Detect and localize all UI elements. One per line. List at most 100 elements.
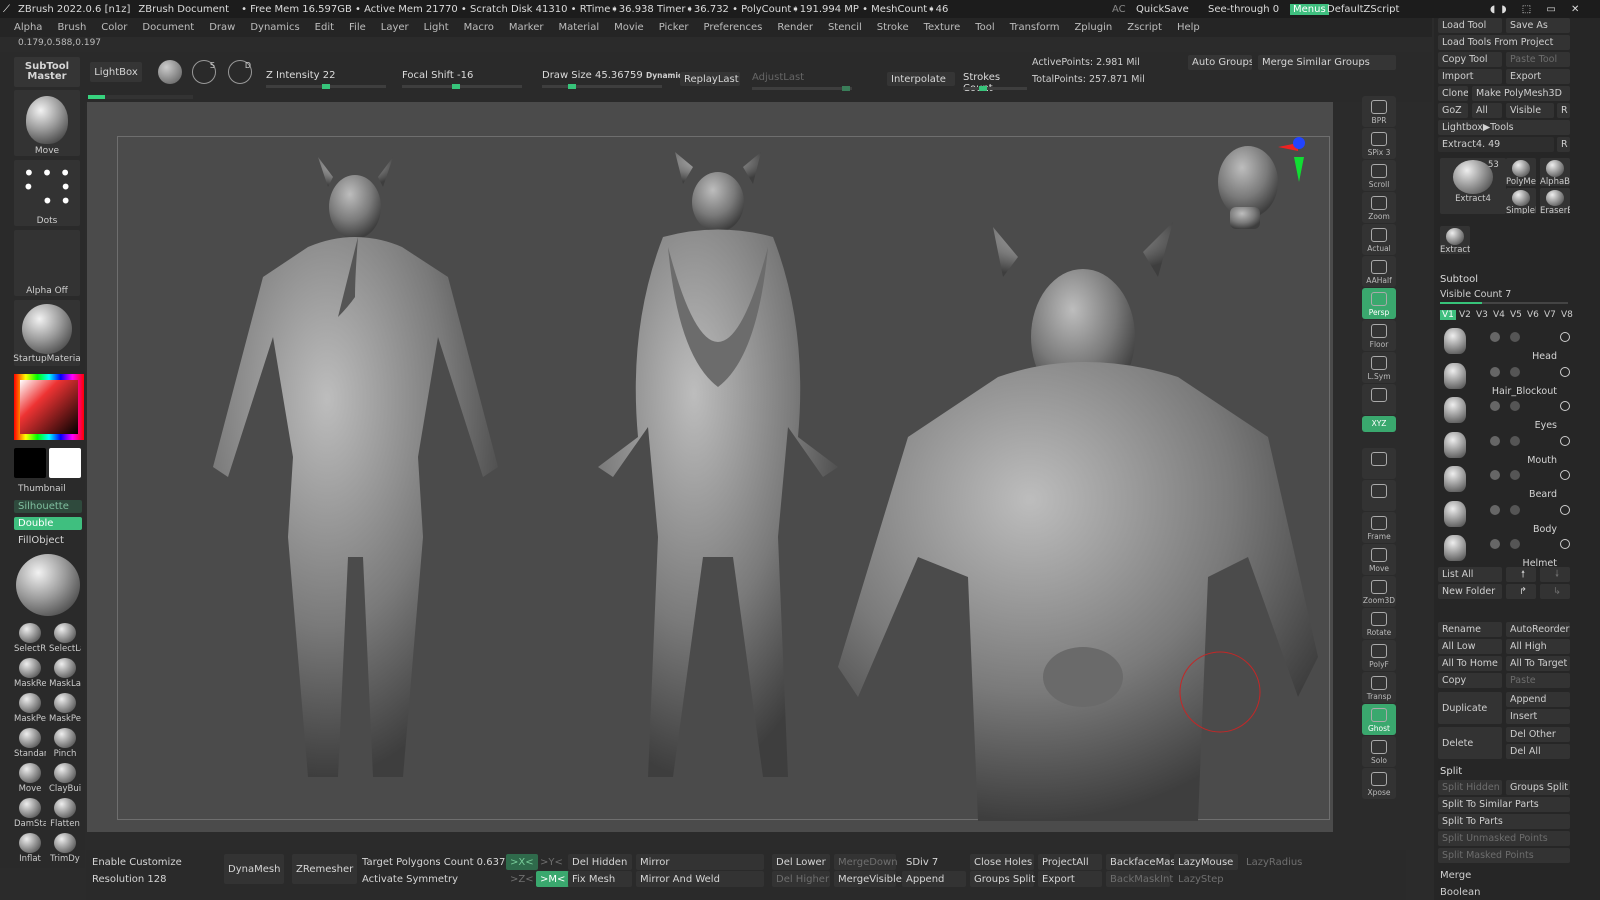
primary-color-swatch[interactable] [49,448,81,478]
material-toggle-icon[interactable] [1510,504,1520,515]
default-zscript-button[interactable]: DefaultZScript [1327,4,1399,15]
tool-eraserb-thumb[interactable]: EraserB [1540,188,1570,214]
brush-standar-button[interactable]: Standar [14,728,46,762]
mirror-and-weld-button[interactable]: Mirror And Weld [636,871,764,887]
all-low-button[interactable]: All Low [1438,639,1502,654]
focal-shift-slider[interactable]: Focal Shift -16 [402,70,522,89]
lightbox-tools-button[interactable]: Lightbox▶Tools [1438,120,1570,135]
shelf-spix-3-button[interactable]: SPix 3 [1362,128,1396,159]
paste-button[interactable]: Paste [1506,673,1570,688]
brush-maskpe-button[interactable]: MaskPe [14,693,46,727]
project-all-button[interactable]: ProjectAll [1038,854,1102,870]
lightbox-button[interactable]: LightBox [90,62,142,82]
new-folder-button[interactable]: New Folder [1438,584,1502,599]
paste-tool-button[interactable]: Paste Tool [1506,52,1570,67]
menu-file[interactable]: File [349,22,366,33]
draw-size-slider[interactable]: Draw Size 45.36759 [542,70,662,89]
eye-icon[interactable] [1560,435,1570,446]
strokes-count-slider[interactable]: Strokes Count [963,72,1027,94]
menu-zscript[interactable]: Zscript [1127,22,1162,33]
subtool-row-helmet[interactable]: Helmet [1440,533,1575,569]
shelf-persp-button[interactable]: Persp [1362,288,1396,319]
brush-selectla-button[interactable]: SelectLa [49,623,81,657]
insert-button[interactable]: Insert [1506,709,1570,724]
tool-simplee-thumb[interactable]: SimpleE [1506,188,1536,214]
polypaint-toggle-icon[interactable] [1490,332,1500,342]
visibility-set-v3-tab[interactable]: V3 [1474,310,1490,320]
material-toggle-icon[interactable] [1510,401,1520,411]
folder-move-icon[interactable]: ↱ [1506,584,1536,599]
visibility-set-v1-tab[interactable]: V1 [1440,310,1456,320]
append-button[interactable]: Append [1506,692,1570,707]
menu-edit[interactable]: Edit [315,22,334,33]
brush-maskre-button[interactable]: MaskRe [14,658,46,692]
subtool-header[interactable]: Subtool [1440,274,1478,285]
shelf-ghost-button[interactable]: Ghost [1362,704,1396,735]
brush-inflat-button[interactable]: Inflat [14,833,46,867]
material-toggle-icon[interactable] [1510,470,1520,480]
make-polymesh-button[interactable]: Make PolyMesh3D [1472,86,1570,101]
brush-flatten-button[interactable]: Flatten [49,798,81,832]
secondary-color-swatch[interactable] [14,448,46,478]
double-button[interactable]: Double [14,517,82,530]
del-lower-button[interactable]: Del Lower [772,854,830,870]
all-to-home-button[interactable]: All To Home [1438,656,1502,671]
brush-pinch-button[interactable]: Pinch [49,728,81,762]
dynamesh-button[interactable]: DynaMesh [224,854,285,884]
shelf-xpose-button[interactable]: Xpose [1362,768,1396,799]
all-high-button[interactable]: All High [1506,639,1570,654]
interpolate-toggle[interactable]: Interpolate [887,72,955,86]
goz-r-button[interactable]: R [1557,103,1570,118]
copy-button[interactable]: Copy [1438,673,1502,688]
merge-header[interactable]: Merge [1440,870,1471,881]
split-header[interactable]: Split [1440,766,1462,777]
shelf-icon-9-button[interactable] [1362,384,1396,415]
shelf-scroll-button[interactable]: Scroll [1362,160,1396,191]
fix-mesh-button[interactable]: Fix Mesh [568,871,632,887]
material-toggle-icon[interactable] [1510,539,1520,549]
split-hidden-button[interactable]: Split Hidden [1438,780,1502,795]
merge-visible-button[interactable]: MergeVisible [834,871,902,887]
export-bottom-button[interactable]: Export [1038,871,1102,887]
menu-movie[interactable]: Movie [614,22,644,33]
menu-render[interactable]: Render [777,22,813,33]
brush-move-button[interactable]: Move [14,763,46,797]
menus-button[interactable]: Menus [1290,3,1329,15]
autoreorder-button[interactable]: AutoReorder [1506,622,1570,637]
visibility-set-v8-tab[interactable]: V8 [1559,310,1575,320]
eye-icon[interactable] [1560,470,1570,480]
visibility-set-v4-tab[interactable]: V4 [1491,310,1507,320]
color-picker[interactable] [14,374,84,440]
del-all-button[interactable]: Del All [1506,744,1570,759]
window-controls[interactable]: ◖◗ ⬚ ▭ ✕ [1490,4,1585,15]
lazystep-slider[interactable]: LazyStep [1174,871,1238,887]
adjust-last-slider[interactable]: AdjustLast [752,72,852,91]
split-unmasked-button[interactable]: Split Unmasked Points [1438,831,1570,846]
zremesher-button[interactable]: ZRemesher [292,854,358,884]
menu-brush[interactable]: Brush [57,22,86,33]
move-up-icon[interactable]: 🠕 [1506,567,1536,582]
close-holes-button[interactable]: Close Holes [970,854,1034,870]
subtool-row-body[interactable]: Body [1440,499,1575,535]
eye-icon[interactable] [1560,401,1570,411]
tool-extract-thumb[interactable]: Extract [1440,226,1470,254]
menu-preferences[interactable]: Preferences [704,22,763,33]
brush-maskla-button[interactable]: MaskLa [49,658,81,692]
import-button[interactable]: Import [1438,69,1502,84]
menu-help[interactable]: Help [1177,22,1200,33]
shelf-icon-12-button[interactable] [1362,480,1396,511]
tool-polyme-thumb[interactable]: PolyMe [1506,158,1536,186]
subtool-row-mouth[interactable]: Mouth [1440,430,1575,466]
menu-texture[interactable]: Texture [924,22,961,33]
duplicate-button[interactable]: Duplicate [1438,692,1502,724]
symmetry-x-button[interactable]: >X< [506,854,538,870]
polypaint-toggle-icon[interactable] [1490,504,1500,515]
seethrough-slider[interactable]: See-through 0 [1208,4,1279,15]
backmask-int-slider[interactable]: BackMaskInt [1106,871,1173,887]
all-to-target-button[interactable]: All To Target [1506,656,1570,671]
eye-icon[interactable] [1560,539,1570,549]
menu-layer[interactable]: Layer [381,22,409,33]
fillobject-button[interactable]: FillObject [14,534,82,547]
shelf-l-sym-button[interactable]: L.Sym [1362,352,1396,383]
subtool-row-head[interactable]: Head [1440,326,1575,362]
